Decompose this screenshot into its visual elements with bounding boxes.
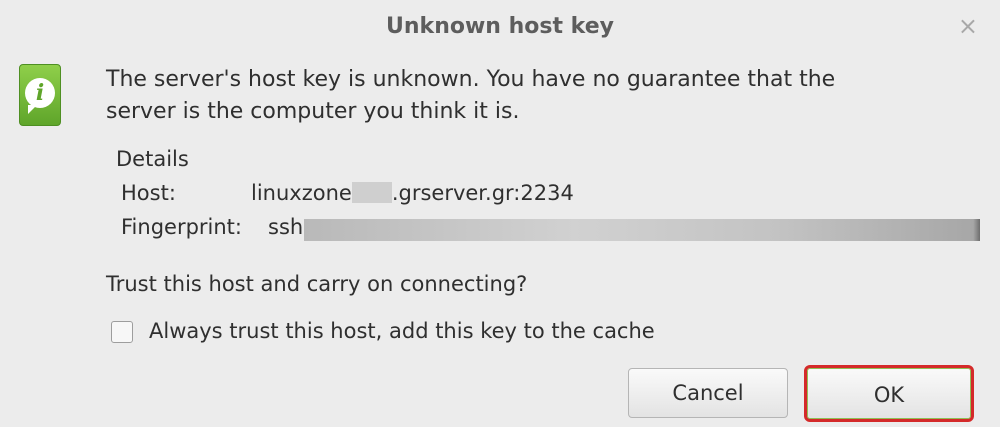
info-glyph: i [35, 80, 45, 106]
info-icon: i [19, 64, 61, 126]
always-trust-checkbox[interactable] [111, 321, 133, 343]
redacted-fingerprint [304, 219, 980, 241]
always-trust-label[interactable]: Always trust this host, add this key to … [149, 319, 655, 343]
ok-button[interactable]: OK [804, 365, 974, 422]
titlebar: Unknown host key × [0, 0, 1000, 54]
dialog-message: The server's host key is unknown. You ha… [106, 67, 836, 124]
host-prefix: linuxzone [251, 181, 352, 205]
host-label: Host: [121, 181, 176, 205]
fingerprint-label: Fingerprint: [121, 215, 242, 239]
dialog-title: Unknown host key [386, 14, 614, 39]
close-icon[interactable]: × [958, 12, 978, 40]
unknown-host-key-dialog: Unknown host key × i The server's host k… [0, 0, 1000, 427]
cancel-button[interactable]: Cancel [628, 368, 788, 418]
host-suffix: .grserver.gr:2234 [391, 181, 574, 205]
redacted-host-part [351, 182, 392, 203]
trust-question: Trust this host and carry on connecting? [106, 272, 528, 296]
host-value: linuxzone .grserver.gr:2234 [251, 181, 574, 205]
details-heading: Details [116, 147, 189, 171]
